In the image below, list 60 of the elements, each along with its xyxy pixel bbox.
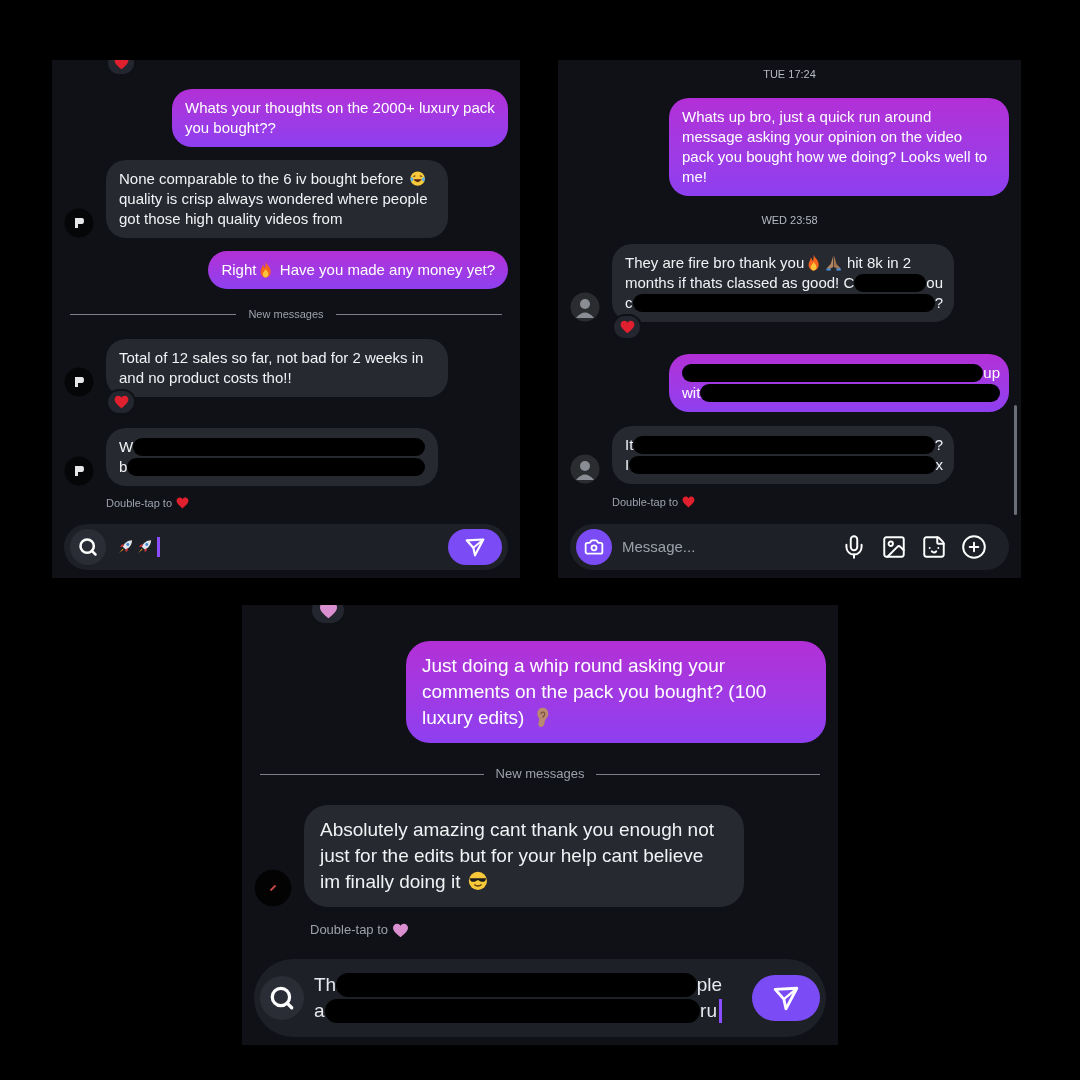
- message-text: wit: [682, 383, 701, 403]
- search-button[interactable]: [260, 976, 304, 1020]
- send-button[interactable]: [448, 529, 502, 565]
- message-text: None comparable to the 6 iv bought before quality is crisp always wondered where people got those high quality videos from: [119, 169, 429, 229]
- divider-label: New messages: [495, 765, 585, 783]
- reaction-badge[interactable]: [612, 314, 642, 340]
- message-text: Absolutely amazing cant thank you enough not just for the edits but for your help cant believe im finally doing it: [320, 818, 715, 895]
- typed-text: ple: [696, 973, 722, 997]
- message-text: W: [119, 437, 134, 457]
- message-text: ?: [934, 293, 943, 313]
- hint-text: Double-tap to: [106, 496, 173, 511]
- search-button[interactable]: [70, 529, 106, 565]
- avatar-icon: [64, 208, 94, 238]
- laughing-face-icon: [408, 170, 426, 188]
- send-icon: [465, 537, 485, 557]
- add-icon: [961, 534, 987, 560]
- reaction-badge[interactable]: [106, 389, 136, 415]
- send-button[interactable]: [752, 975, 820, 1021]
- add-button[interactable]: [959, 532, 989, 562]
- camera-icon: [584, 537, 604, 557]
- search-icon: [78, 537, 98, 557]
- typed-text: Th: [314, 973, 337, 997]
- message-text: ?: [934, 435, 943, 455]
- message-text: It: [625, 435, 634, 455]
- hint-text: Double-tap to: [310, 921, 389, 939]
- sticker-icon: [921, 534, 947, 560]
- avatar-icon: [64, 367, 94, 397]
- message-field[interactable]: Message...: [622, 537, 829, 557]
- timestamp: WED 23:58: [761, 213, 818, 228]
- message-text: months if thats classed as good! C: [625, 273, 855, 293]
- divider-label: New messages: [248, 307, 324, 322]
- camera-button[interactable]: [576, 529, 612, 565]
- typed-text: ru: [700, 999, 717, 1023]
- message-text: Just doing a whip round asking your comments on the pack you bought? (100 luxury edits): [422, 654, 768, 731]
- message-text: ou: [926, 273, 943, 293]
- scrollbar[interactable]: [1014, 405, 1017, 515]
- avatar-icon: [570, 292, 600, 322]
- message-text: Whats your thoughts on the 2000+ luxury pack you bought??: [185, 98, 495, 138]
- message-text: They are fire bro thank you: [625, 253, 805, 273]
- message-text: Right Have you made any money yet?: [221, 260, 495, 280]
- message-field[interactable]: Th ple a ru: [314, 972, 742, 1024]
- typed-text: a: [314, 999, 325, 1023]
- sunglasses-face-icon: [466, 870, 489, 893]
- search-icon: [269, 985, 295, 1011]
- avatar-icon: [64, 456, 94, 486]
- send-icon: [773, 985, 799, 1011]
- message-text: up: [983, 363, 1000, 383]
- message-text: I: [625, 455, 630, 475]
- message-text: b: [119, 457, 128, 477]
- avatar-icon: [254, 869, 292, 907]
- message-text: x: [935, 455, 943, 475]
- praying-hands-icon: [824, 254, 842, 272]
- avatar-icon: [570, 454, 600, 484]
- message-text: Total of 12 sales so far, not bad for 2 weeks in and no product costs tho!!: [119, 348, 425, 388]
- message-text: Whats up bro, just a quick run around message asking your opinion on the video pack you bought how we doing? Looks well to me!: [682, 107, 989, 187]
- message-text: hit 8k in 2: [845, 253, 912, 273]
- image-icon: [881, 534, 907, 560]
- message-text: c: [625, 293, 633, 313]
- hint-text: Double-tap to: [612, 495, 679, 510]
- timestamp: TUE 17:24: [763, 67, 816, 82]
